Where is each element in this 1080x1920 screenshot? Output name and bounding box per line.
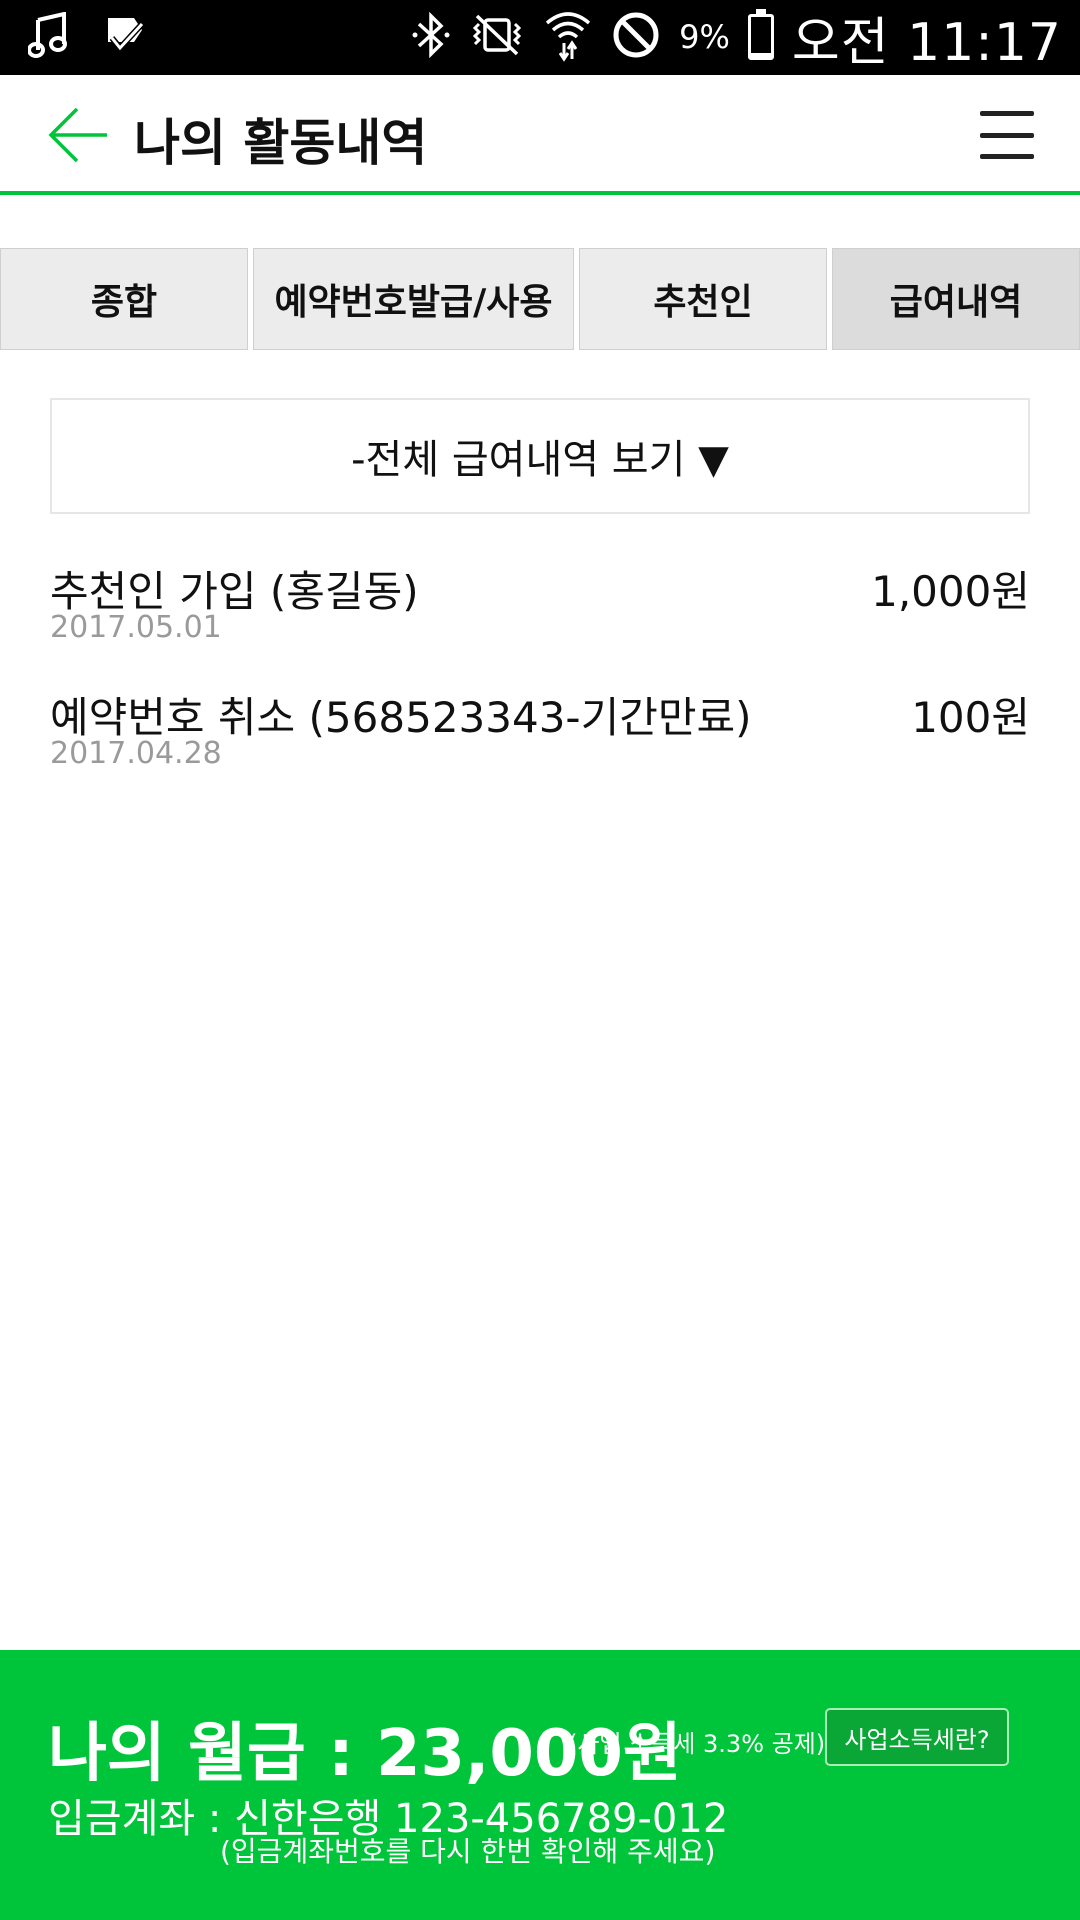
tab-salary-history[interactable]: 급여내역: [832, 248, 1080, 350]
battery-percent: 9%: [679, 18, 730, 56]
back-button[interactable]: [44, 103, 114, 167]
hamburger-menu-icon-line: [980, 132, 1034, 138]
deposit-account-note: (입금계좌번호를 다시 한번 확인해 주세요): [220, 1835, 716, 1868]
tab-summary[interactable]: 종합: [0, 248, 248, 350]
status-bar-left: [27, 11, 146, 62]
check-notification-icon: [104, 14, 146, 60]
item-amount: 1,000원: [871, 567, 1030, 616]
bluetooth-icon: [411, 11, 451, 62]
tax-deduction-note: (사업 소득세 3.3% 공제): [568, 1730, 826, 1758]
tab-referrer[interactable]: 추천인: [579, 248, 827, 350]
status-bar-right: 9% 오전 11:17: [411, 7, 1062, 73]
list-item[interactable]: 추천인 가입 (홍길동) 1,000원 2017.05.01: [50, 558, 1030, 648]
wifi-icon: [543, 7, 593, 67]
do-not-disturb-icon: [611, 10, 661, 64]
battery-level: [750, 53, 771, 57]
hamburger-menu-icon-line: [980, 111, 1034, 116]
status-bar: 9% 오전 11:17: [0, 0, 1080, 75]
menu-button[interactable]: [980, 105, 1034, 165]
battery-icon: [747, 9, 774, 60]
music-note-icon: [27, 11, 70, 62]
item-date: 2017.04.28: [50, 736, 222, 771]
salary-summary-footer: 나의 월급 : 23,000원 (사업 소득세 3.3% 공제) 사업소득세란?…: [0, 1650, 1080, 1920]
item-date: 2017.05.01: [50, 610, 222, 645]
arrow-left-icon: [48, 107, 107, 163]
page-title: 나의 활동내역: [134, 114, 428, 172]
tab-reservation-number[interactable]: 예약번호발급/사용: [253, 248, 574, 350]
list-item[interactable]: 예약번호 취소 (568523343-기간만료) 100원 2017.04.28: [50, 684, 1030, 774]
business-income-tax-info-button[interactable]: 사업소득세란?: [825, 1708, 1009, 1766]
app-header: 나의 활동내역: [0, 75, 1080, 195]
salary-filter-dropdown[interactable]: -전체 급여내역 보기 ▼: [50, 398, 1030, 514]
status-time: 오전 11:17: [791, 12, 1062, 73]
activity-tabs: 종합 예약번호발급/사용 추천인 급여내역: [0, 248, 1080, 350]
vibrate-icon: [469, 12, 525, 62]
hamburger-menu-icon-line: [980, 154, 1034, 159]
item-amount: 100원: [911, 693, 1030, 742]
